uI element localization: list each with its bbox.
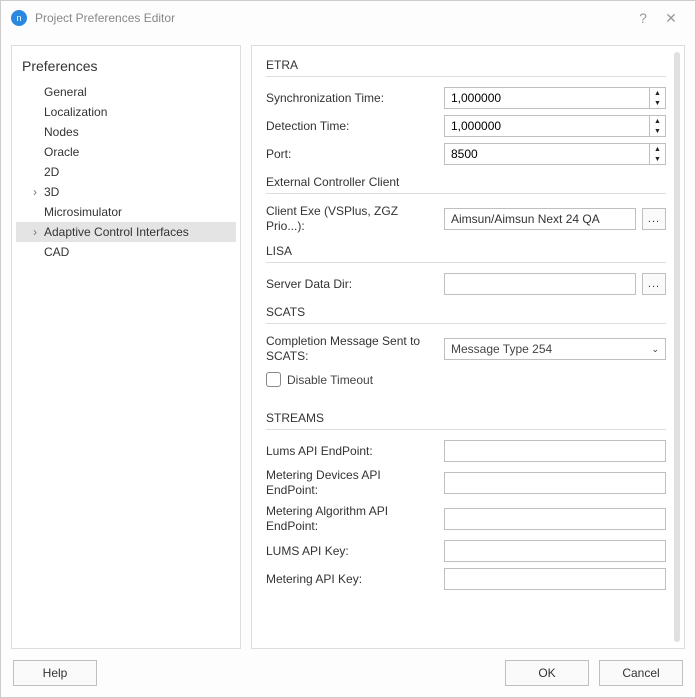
detect-time-spinbox[interactable]: ▲▼ <box>444 115 666 137</box>
sync-time-label: Synchronization Time: <box>266 91 436 105</box>
tree-item-oracle[interactable]: Oracle <box>16 142 236 162</box>
expand-icon[interactable]: › <box>28 225 42 239</box>
dialog-window: n Project Preferences Editor ? ✕ Prefere… <box>0 0 696 698</box>
tree-item-nodes[interactable]: Nodes <box>16 122 236 142</box>
detect-time-input[interactable] <box>445 116 649 136</box>
scats-msg-select[interactable]: Message Type 254 ⌄ <box>444 338 666 360</box>
tree-item-label: Nodes <box>42 125 79 139</box>
dialog-footer: Help OK Cancel <box>1 649 695 697</box>
tree-item-label: CAD <box>42 245 69 259</box>
app-logo-icon: n <box>11 10 27 26</box>
metering-key-label: Metering API Key: <box>266 572 436 586</box>
window-title: Project Preferences Editor <box>35 11 175 25</box>
vertical-scrollbar[interactable] <box>674 52 680 642</box>
spin-arrows-icon[interactable]: ▲▼ <box>649 144 665 164</box>
tree-item-label: Localization <box>42 105 107 119</box>
tree-item-localization[interactable]: Localization <box>16 102 236 122</box>
client-exe-label: Client Exe (VSPlus, ZGZ Prio...): <box>266 204 436 234</box>
lums-key-label: LUMS API Key: <box>266 544 436 558</box>
help-button[interactable]: Help <box>13 660 97 686</box>
ok-button[interactable]: OK <box>505 660 589 686</box>
tree-item-label: General <box>42 85 87 99</box>
server-dir-browse-button[interactable]: ... <box>642 273 666 295</box>
expand-icon[interactable]: › <box>28 185 42 199</box>
tree-title: Preferences <box>16 54 236 82</box>
help-icon[interactable]: ? <box>629 4 657 32</box>
tree-item-label: Microsimulator <box>42 205 122 219</box>
port-spinbox[interactable]: ▲▼ <box>444 143 666 165</box>
group-title-extctrl: External Controller Client <box>266 175 666 189</box>
client-exe-input[interactable] <box>444 208 636 230</box>
tree-item-label: 3D <box>42 185 59 199</box>
group-title-lisa: LISA <box>266 244 666 258</box>
port-label: Port: <box>266 147 436 161</box>
group-title-scats: SCATS <box>266 305 666 319</box>
content-area: Preferences General Localization Nodes Orac… <box>1 35 695 649</box>
metering-devices-ep-label: Metering Devices API EndPoint: <box>266 468 436 498</box>
scats-msg-label: Completion Message Sent to SCATS: <box>266 334 436 364</box>
metering-algo-ep-label: Metering Algorithm API EndPoint: <box>266 504 436 534</box>
spin-arrows-icon[interactable]: ▲▼ <box>649 116 665 136</box>
lums-ep-input[interactable] <box>444 440 666 462</box>
settings-panel: ETRA Synchronization Time: ▲▼ Detection … <box>251 45 685 649</box>
preferences-tree[interactable]: Preferences General Localization Nodes Orac… <box>11 45 241 649</box>
tree-item-label: 2D <box>42 165 59 179</box>
cancel-button[interactable]: Cancel <box>599 660 683 686</box>
group-title-streams: STREAMS <box>266 411 666 425</box>
sync-time-input[interactable] <box>445 88 649 108</box>
client-exe-browse-button[interactable]: ... <box>642 208 666 230</box>
disable-timeout-label: Disable Timeout <box>287 373 373 387</box>
metering-key-input[interactable] <box>444 568 666 590</box>
metering-devices-ep-input[interactable] <box>444 472 666 494</box>
server-dir-input[interactable] <box>444 273 636 295</box>
tree-item-cad[interactable]: CAD <box>16 242 236 262</box>
spin-arrows-icon[interactable]: ▲▼ <box>649 88 665 108</box>
lums-key-input[interactable] <box>444 540 666 562</box>
tree-item-general[interactable]: General <box>16 82 236 102</box>
tree-item-microsimulator[interactable]: Microsimulator <box>16 202 236 222</box>
tree-item-label: Adaptive Control Interfaces <box>42 225 189 239</box>
settings-scroll[interactable]: ETRA Synchronization Time: ▲▼ Detection … <box>252 46 684 648</box>
tree-item-3d[interactable]: ›3D <box>16 182 236 202</box>
metering-algo-ep-input[interactable] <box>444 508 666 530</box>
tree-item-2d[interactable]: 2D <box>16 162 236 182</box>
group-title-etra: ETRA <box>266 58 666 72</box>
disable-timeout-checkbox[interactable] <box>266 372 281 387</box>
chevron-down-icon: ⌄ <box>651 344 659 355</box>
tree-item-label: Oracle <box>42 145 79 159</box>
scats-msg-value: Message Type 254 <box>451 342 552 356</box>
titlebar: n Project Preferences Editor ? ✕ <box>1 1 695 35</box>
tree-item-adaptive-control-interfaces[interactable]: ›Adaptive Control Interfaces <box>16 222 236 242</box>
detect-time-label: Detection Time: <box>266 119 436 133</box>
server-dir-label: Server Data Dir: <box>266 277 436 291</box>
close-icon[interactable]: ✕ <box>657 4 685 32</box>
port-input[interactable] <box>445 144 649 164</box>
sync-time-spinbox[interactable]: ▲▼ <box>444 87 666 109</box>
lums-ep-label: Lums API EndPoint: <box>266 444 436 458</box>
